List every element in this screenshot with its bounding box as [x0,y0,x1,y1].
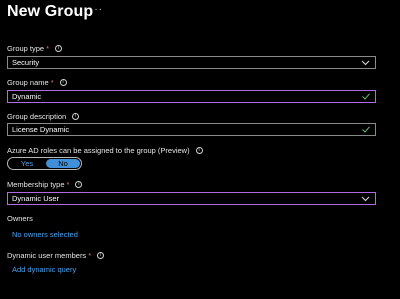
info-icon[interactable]: i [72,113,80,120]
membership-type-label: Membership type * i [7,180,83,189]
owners-label-text: Owners [7,214,33,223]
group-type-label-text: Group type [7,44,45,53]
group-name-value: Dynamic [12,92,42,101]
membership-type-select[interactable]: Dynamic User [7,192,376,205]
azure-ad-roles-toggle[interactable]: Yes No [7,157,82,170]
group-description-label: Group description i [7,112,80,121]
no-owners-selected-link[interactable]: No owners selected [12,230,78,239]
required-marker: * [66,180,70,189]
checkmark-icon [362,93,370,100]
chevron-down-icon [361,196,370,202]
group-description-input[interactable]: License Dynamic [7,123,376,136]
group-description-value: License Dynamic [12,125,70,134]
add-dynamic-query-link[interactable]: Add dynamic query [12,265,76,274]
group-name-label-text: Group name [7,78,49,87]
toggle-yes-option[interactable]: Yes [8,158,46,169]
dynamic-user-members-label-text: Dynamic user members [7,251,87,260]
chevron-down-icon [361,60,370,66]
group-name-input[interactable]: Dynamic [7,90,376,103]
toggle-no-option[interactable]: No [46,159,80,168]
azure-ad-roles-label-text: Azure AD roles can be assigned to the gr… [7,146,190,155]
info-icon[interactable]: i [195,147,203,154]
group-description-label-text: Group description [7,112,67,121]
owners-label: Owners [7,214,33,223]
azure-ad-roles-label: Azure AD roles can be assigned to the gr… [7,146,203,155]
membership-type-value: Dynamic User [12,194,60,203]
info-icon[interactable]: i [75,181,83,188]
required-marker: * [50,78,54,87]
membership-type-label-text: Membership type [7,180,65,189]
info-icon[interactable]: i [55,45,63,52]
more-options-button[interactable]: ··· [90,4,103,15]
group-type-value: Security [12,58,40,67]
required-marker: * [46,44,50,53]
dynamic-user-members-label: Dynamic user members * i [7,251,105,260]
group-type-label: Group type * i [7,44,63,53]
group-name-label: Group name * i [7,78,67,87]
group-type-select[interactable]: Security [7,56,376,69]
info-icon[interactable]: i [97,252,105,259]
required-marker: * [88,251,92,260]
page-title: New Group [7,3,94,20]
checkmark-icon [362,126,370,133]
info-icon[interactable]: i [59,79,67,86]
